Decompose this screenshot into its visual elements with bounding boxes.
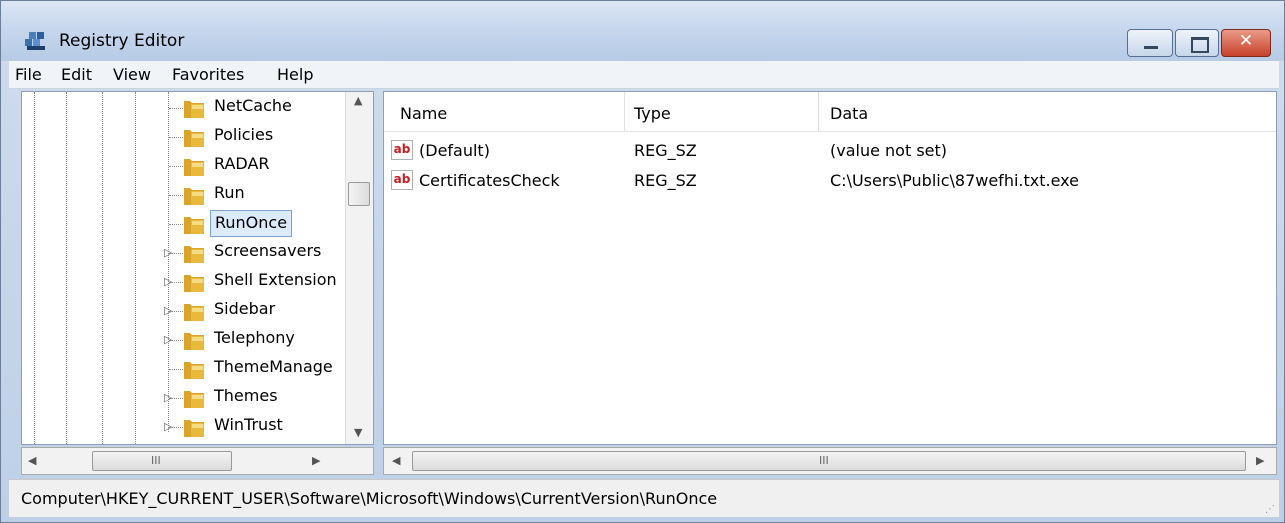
string-value-icon: ab	[391, 170, 413, 190]
tree-item[interactable]: NetCache	[22, 94, 352, 123]
string-value-icon: ab	[391, 140, 413, 160]
tree-vertical-scroll-thumb[interactable]	[348, 182, 370, 206]
column-divider[interactable]	[624, 92, 625, 132]
value-type-cell: REG_SZ	[634, 141, 697, 160]
tree-item[interactable]: ▷ WinTrust	[22, 413, 352, 442]
tree-vertical-scrollbar[interactable]: ▲ ▼	[345, 92, 373, 444]
maximize-button[interactable]	[1175, 29, 1219, 57]
tree-item[interactable]: ▷ Shell Extension	[22, 268, 352, 297]
registry-editor-app-icon	[25, 32, 45, 50]
column-header-type[interactable]: Type	[634, 104, 671, 123]
folder-icon	[184, 159, 204, 176]
key-tree-pane[interactable]: NetCache Policies RADAR Run RunOnce ▷ Screensa…	[21, 91, 374, 445]
values-list-pane[interactable]: Name Type Data ab (Default) REG_SZ (value n…	[383, 91, 1277, 445]
tree-item-label: RADAR	[214, 154, 270, 173]
folder-icon	[184, 217, 204, 234]
folder-icon	[184, 275, 204, 292]
scroll-up-arrow-icon[interactable]: ▲	[354, 94, 362, 107]
registry-editor-window: Registry Editor ✕ File Edit View Favorit…	[0, 0, 1285, 523]
scroll-left-arrow-icon[interactable]: ◀	[28, 454, 36, 467]
folder-icon	[184, 246, 204, 263]
tree-item-label: Run	[214, 183, 245, 202]
scroll-left-arrow-icon[interactable]: ◀	[392, 454, 400, 467]
window-title: Registry Editor	[59, 31, 185, 51]
value-data-cell: C:\Users\Public\87wefhi.txt.exe	[830, 171, 1079, 190]
menu-favorites[interactable]: Favorites	[172, 65, 244, 84]
folder-icon	[184, 362, 204, 379]
tree-horizontal-scrollbar[interactable]: ◀ III ▶	[21, 447, 374, 475]
folder-icon	[184, 420, 204, 437]
menu-view[interactable]: View	[113, 65, 151, 84]
tree-item-label: Shell Extension	[214, 270, 337, 289]
tree-item[interactable]: Run	[22, 181, 352, 210]
current-key-path: Computer\HKEY_CURRENT_USER\Software\Micr…	[21, 489, 718, 508]
resize-grip-icon[interactable]: ⋰	[1265, 504, 1275, 515]
tree-item-label: Screensavers	[214, 241, 322, 260]
menu-edit[interactable]: Edit	[61, 65, 92, 84]
scroll-down-arrow-icon[interactable]: ▼	[354, 426, 362, 439]
scroll-thumb-grip: III	[819, 454, 829, 467]
value-type-cell: REG_SZ	[634, 171, 697, 190]
tree-item[interactable]: RunOnce	[22, 210, 352, 239]
scroll-right-arrow-icon[interactable]: ▶	[1256, 454, 1264, 467]
value-data-cell: (value not set)	[830, 141, 948, 160]
tree-item-label: ThemeManage	[214, 357, 333, 376]
tree-item[interactable]: ThemeManage	[22, 355, 352, 384]
tree-item-label: Telephony	[214, 328, 295, 347]
tree-item[interactable]: ▷ Sidebar	[22, 297, 352, 326]
folder-icon	[184, 333, 204, 350]
folder-icon	[184, 101, 204, 118]
list-horizontal-scrollbar[interactable]: ◀ III ▶	[383, 447, 1277, 475]
tree-item[interactable]: ▷ Telephony	[22, 326, 352, 355]
registry-value-row[interactable]: ab CertificatesCheck REG_SZ C:\Users\Public…	[384, 167, 1276, 195]
tree-item[interactable]: Policies	[22, 123, 352, 152]
value-name-cell: (Default)	[419, 141, 490, 160]
tree-item-label: RunOnce	[210, 210, 293, 237]
tree-item-label: Policies	[214, 125, 274, 144]
column-header-data[interactable]: Data	[830, 104, 868, 123]
folder-icon	[184, 188, 204, 205]
status-bar: Computer\HKEY_CURRENT_USER\Software\Micr…	[9, 479, 1279, 517]
tree-item-label: Sidebar	[214, 299, 276, 318]
folder-icon	[184, 130, 204, 147]
value-name-cell: CertificatesCheck	[419, 171, 560, 190]
list-header: Name Type Data	[384, 92, 1276, 132]
tree-item[interactable]: ▷ Screensavers	[22, 239, 352, 268]
tree-item[interactable]: RADAR	[22, 152, 352, 181]
column-header-name[interactable]: Name	[400, 104, 447, 123]
menu-help[interactable]: Help	[277, 65, 313, 84]
folder-icon	[184, 304, 204, 321]
folder-icon	[184, 391, 204, 408]
list-horizontal-scroll-thumb[interactable]: III	[412, 451, 1246, 471]
column-divider[interactable]	[818, 92, 819, 132]
registry-value-row[interactable]: ab (Default) REG_SZ (value not set)	[384, 137, 1276, 165]
scroll-right-arrow-icon[interactable]: ▶	[312, 454, 320, 467]
close-button[interactable]: ✕	[1221, 29, 1271, 57]
scroll-thumb-grip: III	[151, 454, 161, 467]
tree-item-label: WinTrust	[214, 415, 283, 434]
minimize-button[interactable]	[1127, 29, 1173, 57]
tree-item-label: NetCache	[214, 96, 292, 115]
menu-bar: File Edit View Favorites Help	[9, 61, 1279, 89]
tree-horizontal-scroll-thumb[interactable]: III	[92, 451, 232, 471]
tree-item-label: Themes	[214, 386, 278, 405]
tree-item[interactable]: ▷ Themes	[22, 384, 352, 413]
close-icon: ✕	[1238, 31, 1254, 51]
menu-file[interactable]: File	[15, 65, 42, 84]
title-bar[interactable]: Registry Editor ✕	[1, 1, 1284, 61]
